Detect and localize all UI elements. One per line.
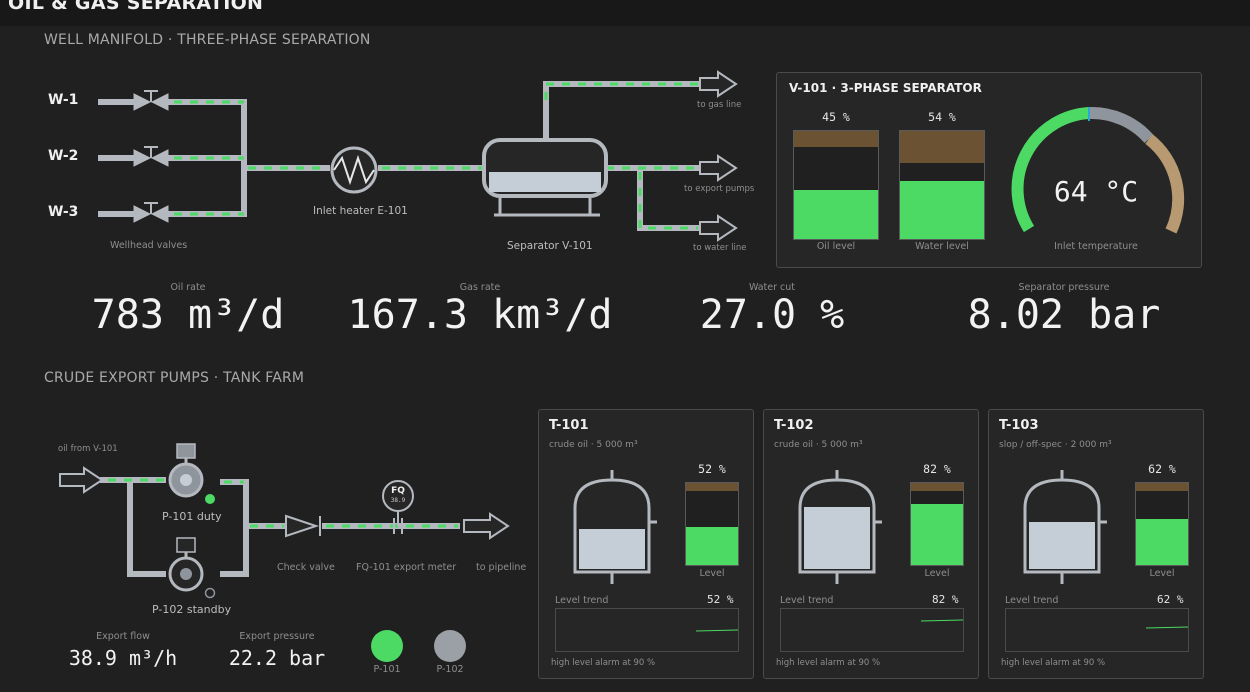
separator-vessel-icon	[482, 100, 608, 217]
oil-level-label: Oil level	[816, 241, 856, 252]
export-pressure-value: 22.2 bar	[228, 646, 326, 670]
p102-status-label: P-102	[436, 664, 464, 675]
tank-trend-value: 52 %	[707, 593, 734, 606]
export-pressure-label: Export pressure	[239, 631, 315, 642]
heater-icon	[330, 146, 378, 194]
tank-name: T-103	[999, 418, 1039, 433]
pumps-section-title: CRUDE EXPORT PUMPS · TANK FARM	[44, 370, 305, 386]
to-export-pumps-label: to export pumps	[684, 184, 755, 194]
tank-description: slop / off-spec · 2 000 m³	[999, 440, 1112, 450]
tank-level-bar	[685, 482, 739, 566]
water-level-bar	[899, 130, 985, 240]
temperature-value: 64 °C	[1053, 175, 1139, 208]
to-gas-line-label: to gas line	[697, 100, 742, 110]
meter-tag: FQ	[391, 486, 405, 496]
p101-run-indicator	[205, 494, 215, 504]
valve-w1-icon	[133, 90, 169, 111]
tank-trend-chart	[555, 608, 739, 652]
separator-label: Separator V-101	[507, 240, 593, 252]
tank-level-bar	[1135, 482, 1189, 566]
tank-level-label: Level	[1149, 568, 1175, 579]
tank-level-label: Level	[924, 568, 950, 579]
manifold-section-title: WELL MANIFOLD · THREE-PHASE SEPARATION	[44, 32, 371, 48]
tank-trend-chart	[780, 608, 964, 652]
temperature-gauge	[1011, 106, 1185, 234]
p102-label: P-102 standby	[152, 603, 232, 616]
export-flow-label: Export flow	[96, 631, 150, 642]
tank-alarm-note: high level alarm at 90 %	[776, 658, 881, 668]
app-title: OIL & GAS SEPARATION	[8, 0, 264, 14]
tank-alarm-note: high level alarm at 90 %	[551, 658, 656, 668]
tank-trend-value: 62 %	[1157, 593, 1184, 606]
to-water-line-label: to water line	[693, 243, 747, 253]
pump-p101-icon	[168, 443, 204, 498]
kpi-gas-rate-value: 167.3 km³/d	[347, 292, 613, 338]
check-valve-label: Check valve	[277, 562, 335, 573]
tank-level-label: Level	[699, 568, 725, 579]
well-3-label: W-3	[48, 204, 79, 220]
title-bar: OIL & GAS SEPARATION	[0, 0, 1250, 26]
p101-status-label: P-101	[373, 664, 401, 675]
water-level-value: 54 %	[928, 110, 956, 124]
tank-vessel-icon	[798, 470, 882, 584]
manifold-diagram	[98, 70, 738, 242]
pump-p102-icon	[168, 537, 204, 592]
to-pipeline-label: to pipeline	[476, 562, 527, 573]
well-1-label: W-1	[48, 92, 79, 108]
tank-trend-label: Level trend	[555, 595, 609, 606]
meter-value: 38.9	[390, 497, 406, 504]
tank-level-value: 62 %	[1148, 462, 1176, 476]
kpi-separator-pressure-value: 8.02 bar	[967, 292, 1161, 338]
water-level-label: Water level	[915, 241, 969, 252]
temperature-label: Inlet temperature	[1054, 241, 1138, 252]
separator-panel-title: V-101 · 3-PHASE SEPARATOR	[789, 81, 982, 95]
tank-level-value: 82 %	[923, 462, 951, 476]
tank-panel-t-101: T-101 crude oil · 5 000 m³ 52 % Level Le…	[538, 409, 754, 679]
kpi-oil-rate-value: 783 m³/d	[91, 292, 285, 338]
pump-diagram	[59, 443, 510, 599]
wellhead-valves-label: Wellhead valves	[110, 240, 188, 251]
tank-description: crude oil · 5 000 m³	[774, 440, 863, 450]
meter-label: FQ-101 export meter	[356, 562, 457, 573]
tank-trend-label: Level trend	[1005, 595, 1059, 606]
export-flow-value: 38.9 m³/h	[68, 646, 178, 670]
oil-level-value: 45 %	[822, 110, 850, 124]
p102-status-lamp	[434, 630, 466, 662]
tank-level-bar	[910, 482, 964, 566]
well-2-label: W-2	[48, 148, 79, 164]
tank-panel-t-102: T-102 crude oil · 5 000 m³ 82 % Level Le…	[763, 409, 979, 679]
tank-trend-value: 82 %	[932, 593, 959, 606]
tank-panel-t-103: T-103 slop / off-spec · 2 000 m³ 62 % Le…	[988, 409, 1204, 679]
p102-run-indicator	[204, 587, 216, 599]
kpi-water-cut-value: 27.0 %	[699, 292, 845, 338]
heater-label: Inlet heater E-101	[313, 205, 408, 217]
check-valve-icon	[285, 514, 321, 538]
separator-panel: V-101 · 3-PHASE SEPARATOR 45 % Oil level…	[776, 72, 1202, 268]
tank-name: T-102	[774, 418, 814, 433]
tank-name: T-101	[549, 418, 589, 433]
tank-trend-chart	[1005, 608, 1189, 652]
tank-vessel-icon	[1023, 470, 1107, 584]
tank-alarm-note: high level alarm at 90 %	[1001, 658, 1106, 668]
p101-label: P-101 duty	[162, 510, 222, 523]
tank-trend-label: Level trend	[780, 595, 834, 606]
tank-vessel-icon	[573, 470, 657, 584]
oil-from-label: oil from V-101	[58, 444, 118, 454]
oil-level-bar	[793, 130, 879, 240]
tank-description: crude oil · 5 000 m³	[549, 440, 638, 450]
p101-status-lamp	[371, 630, 403, 662]
tank-level-value: 52 %	[698, 462, 726, 476]
